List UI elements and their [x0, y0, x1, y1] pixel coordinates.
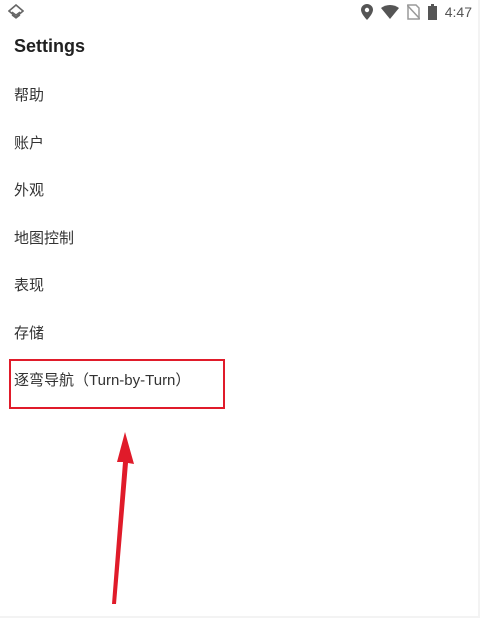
app-icon: [8, 4, 24, 19]
status-bar: 4:47: [0, 0, 480, 24]
battery-icon: [427, 4, 437, 20]
page-title: Settings: [14, 36, 86, 56]
settings-item-label: 账户: [14, 134, 45, 152]
settings-item-account[interactable]: 账户: [0, 119, 480, 167]
location-icon: [360, 4, 373, 20]
settings-item-label: 逐弯导航（Turn-by-Turn）: [14, 372, 191, 390]
settings-item-appearance[interactable]: 外观: [0, 166, 480, 214]
settings-item-help[interactable]: 帮助: [0, 71, 480, 119]
settings-item-label: 外观: [14, 182, 45, 200]
settings-item-map-controls[interactable]: 地图控制: [0, 214, 480, 262]
settings-item-storage[interactable]: 存储: [0, 309, 480, 357]
status-icons: 4:47: [360, 0, 472, 24]
settings-item-turn-by-turn[interactable]: 逐弯导航（Turn-by-Turn）: [0, 356, 480, 404]
settings-list: 帮助 账户 外观 地图控制 表现 存储 逐弯导航（Turn-by-Turn）: [0, 71, 480, 404]
settings-item-performance[interactable]: 表现: [0, 261, 480, 309]
status-time: 4:47: [444, 4, 472, 20]
no-sim-icon: [406, 4, 420, 20]
settings-item-label: 帮助: [14, 87, 45, 105]
settings-item-label: 存储: [14, 324, 45, 342]
settings-item-label: 地图控制: [14, 229, 75, 247]
settings-item-label: 表现: [14, 277, 45, 295]
wifi-icon: [380, 5, 399, 19]
